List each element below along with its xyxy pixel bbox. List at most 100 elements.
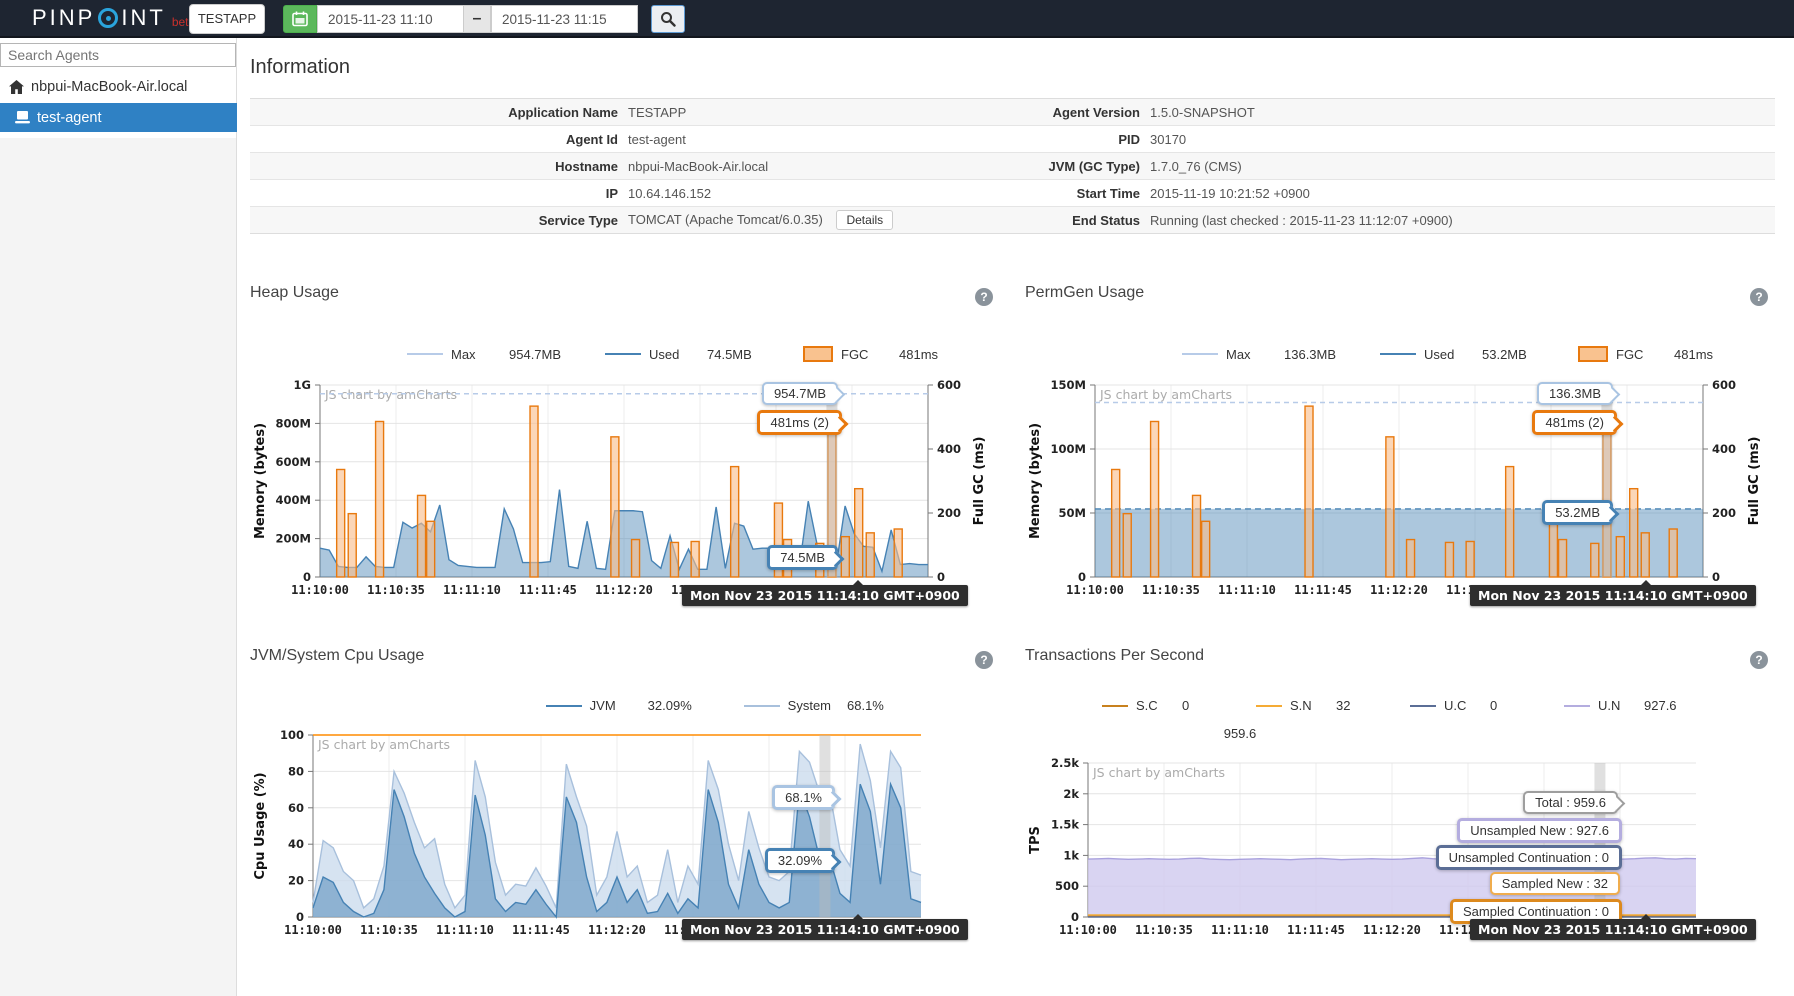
- svg-text:11:12:20: 11:12:20: [588, 923, 646, 937]
- search-agents-input[interactable]: [0, 43, 236, 67]
- svg-text:600: 600: [1712, 378, 1736, 392]
- cursor-time-tooltip: Mon Nov 23 2015 11:14:10 GMT+0900: [682, 914, 968, 940]
- svg-text:1G: 1G: [294, 378, 311, 392]
- help-icon[interactable]: ?: [975, 288, 993, 306]
- home-icon: [9, 79, 24, 94]
- svg-text:JS chart by amCharts: JS chart by amCharts: [1092, 765, 1225, 780]
- balloon-heap-used: 74.5MB: [767, 545, 838, 570]
- svg-text:0: 0: [296, 910, 304, 924]
- heap-usage-plot[interactable]: 0 200M 400M 600M 800M 1G 0 200 400 600 11:10:00 11:…: [250, 367, 995, 612]
- info-value: nbpui-MacBook-Air.local: [628, 158, 769, 174]
- svg-text:500: 500: [1055, 879, 1079, 893]
- sidebar-item-label: test-agent: [37, 109, 102, 126]
- chart-title: Heap Usage: [250, 284, 339, 301]
- legend-item[interactable]: S.C 0: [1102, 698, 1228, 713]
- svg-text:11:11:10: 11:11:10: [1211, 923, 1269, 937]
- svg-text:TPS: TPS: [1028, 826, 1043, 854]
- legend-box-marker: [1578, 346, 1608, 362]
- svg-text:11:11:45: 11:11:45: [519, 583, 577, 597]
- svg-text:11:10:35: 11:10:35: [360, 923, 418, 937]
- legend-item[interactable]: Used 53.2MB: [1380, 347, 1550, 362]
- svg-text:Full GC (ms): Full GC (ms): [972, 437, 987, 526]
- date-range-separator: –: [463, 5, 491, 33]
- tps-chart: Transactions Per Second ? S.C 0 S.N 32 U…: [1025, 645, 1770, 965]
- svg-text:0: 0: [1712, 570, 1720, 584]
- svg-text:400M: 400M: [276, 493, 311, 507]
- legend-line-marker: [545, 704, 582, 707]
- logo-text-right: INT: [121, 5, 166, 30]
- svg-text:11:12:20: 11:12:20: [595, 583, 653, 597]
- svg-text:Memory (bytes): Memory (bytes): [253, 423, 268, 539]
- svg-text:11:11:45: 11:11:45: [512, 923, 570, 937]
- svg-text:1.5k: 1.5k: [1051, 818, 1079, 832]
- table-row: Hostname nbpui-MacBook-Air.local JVM (GC…: [250, 153, 1775, 180]
- chart-legend: Max 954.7MB Used 74.5MB FGC 481ms: [379, 346, 967, 362]
- main-content: Information Application Name TESTAPP Age…: [237, 38, 1794, 996]
- balloon-tps-unsampled-cont: Unsampled Continuation : 0: [1435, 845, 1622, 870]
- table-row: IP 10.64.146.152 Start Time 2015-11-19 1…: [250, 180, 1775, 207]
- svg-text:20: 20: [288, 874, 304, 888]
- details-button[interactable]: Details: [836, 210, 894, 230]
- svg-text:JS chart by amCharts: JS chart by amCharts: [317, 737, 450, 752]
- legend-line-marker: [1564, 704, 1590, 707]
- legend-item[interactable]: FGC 481ms: [803, 346, 967, 362]
- legend-item[interactable]: U.N 927.6: [1564, 698, 1690, 713]
- permgen-usage-plot[interactable]: 0 50M 100M 150M 0 200 400 600 11:10:00 11:10:35 11…: [1025, 367, 1770, 612]
- legend-item[interactable]: Max 954.7MB: [407, 347, 577, 362]
- date-search-button[interactable]: [651, 5, 685, 33]
- sidebar-item-agent[interactable]: test-agent: [0, 103, 237, 132]
- info-label: Service Type: [538, 212, 618, 228]
- svg-text:Memory (bytes): Memory (bytes): [1028, 423, 1043, 539]
- balloon-permgen-used: 53.2MB: [1542, 500, 1613, 525]
- svg-text:11:11:45: 11:11:45: [1294, 583, 1352, 597]
- date-to-input[interactable]: [491, 5, 638, 33]
- info-label: Application Name: [508, 104, 618, 120]
- balloon-tps-unsampled-new: Unsampled New : 927.6: [1457, 818, 1622, 843]
- svg-text:600M: 600M: [276, 455, 311, 469]
- legend-item[interactable]: System 68.1%: [743, 698, 915, 713]
- legend-item[interactable]: Used 74.5MB: [605, 347, 775, 362]
- sidebar-item-host[interactable]: nbpui-MacBook-Air.local: [0, 72, 237, 101]
- svg-text:50M: 50M: [1059, 506, 1086, 520]
- info-value: test-agent: [628, 131, 686, 147]
- legend-item[interactable]: JVM 32.09%: [545, 698, 716, 713]
- legend-item[interactable]: U.C 0: [1410, 698, 1536, 713]
- legend-item[interactable]: FGC 481ms: [1578, 346, 1742, 362]
- legend-item[interactable]: Max 136.3MB: [1182, 347, 1352, 362]
- svg-text:150M: 150M: [1051, 378, 1086, 392]
- help-icon[interactable]: ?: [1750, 651, 1768, 669]
- cpu-usage-chart: JVM/System Cpu Usage ? JVM 32.09% System…: [250, 645, 995, 965]
- svg-text:40: 40: [288, 837, 304, 851]
- chart-legend: JVM 32.09% System 68.1%: [518, 698, 915, 713]
- cursor-time-tooltip: Mon Nov 23 2015 11:14:10 GMT+0900: [1470, 580, 1756, 606]
- legend-item[interactable]: S.N 32: [1256, 698, 1382, 713]
- svg-text:800M: 800M: [276, 416, 311, 430]
- info-label: IP: [605, 185, 618, 201]
- help-icon[interactable]: ?: [975, 651, 993, 669]
- info-label: Start Time: [1076, 185, 1140, 201]
- svg-text:400: 400: [1712, 442, 1736, 456]
- svg-text:2.5k: 2.5k: [1051, 756, 1079, 770]
- legend-box-marker: [803, 346, 833, 362]
- svg-text:200M: 200M: [276, 532, 311, 546]
- application-button[interactable]: TESTAPP: [189, 4, 265, 34]
- help-icon[interactable]: ?: [1750, 288, 1768, 306]
- legend-line-marker: [1410, 704, 1436, 707]
- date-from-input[interactable]: [317, 5, 464, 33]
- chart-title: PermGen Usage: [1025, 284, 1145, 301]
- svg-text:JS chart by amCharts: JS chart by amCharts: [324, 387, 457, 402]
- legend-line-marker: [1182, 353, 1218, 355]
- balloon-permgen-fgc: 481ms (2): [1532, 410, 1617, 435]
- svg-text:60: 60: [288, 801, 304, 815]
- laptop-icon: [15, 111, 30, 124]
- chart-legend: S.C 0 S.N 32 U.C 0 U.N 927.6: [1074, 698, 1690, 713]
- svg-text:11:12:20: 11:12:20: [1370, 583, 1428, 597]
- svg-text:100M: 100M: [1051, 442, 1086, 456]
- info-label: PID: [1118, 131, 1140, 147]
- page-title: Information: [250, 56, 351, 78]
- table-row: Agent Id test-agent PID 30170: [250, 126, 1775, 153]
- calendar-button[interactable]: [283, 5, 317, 33]
- legend-line-marker: [407, 353, 443, 355]
- balloon-cpu-jvm: 32.09%: [764, 848, 835, 873]
- svg-text:600: 600: [937, 378, 961, 392]
